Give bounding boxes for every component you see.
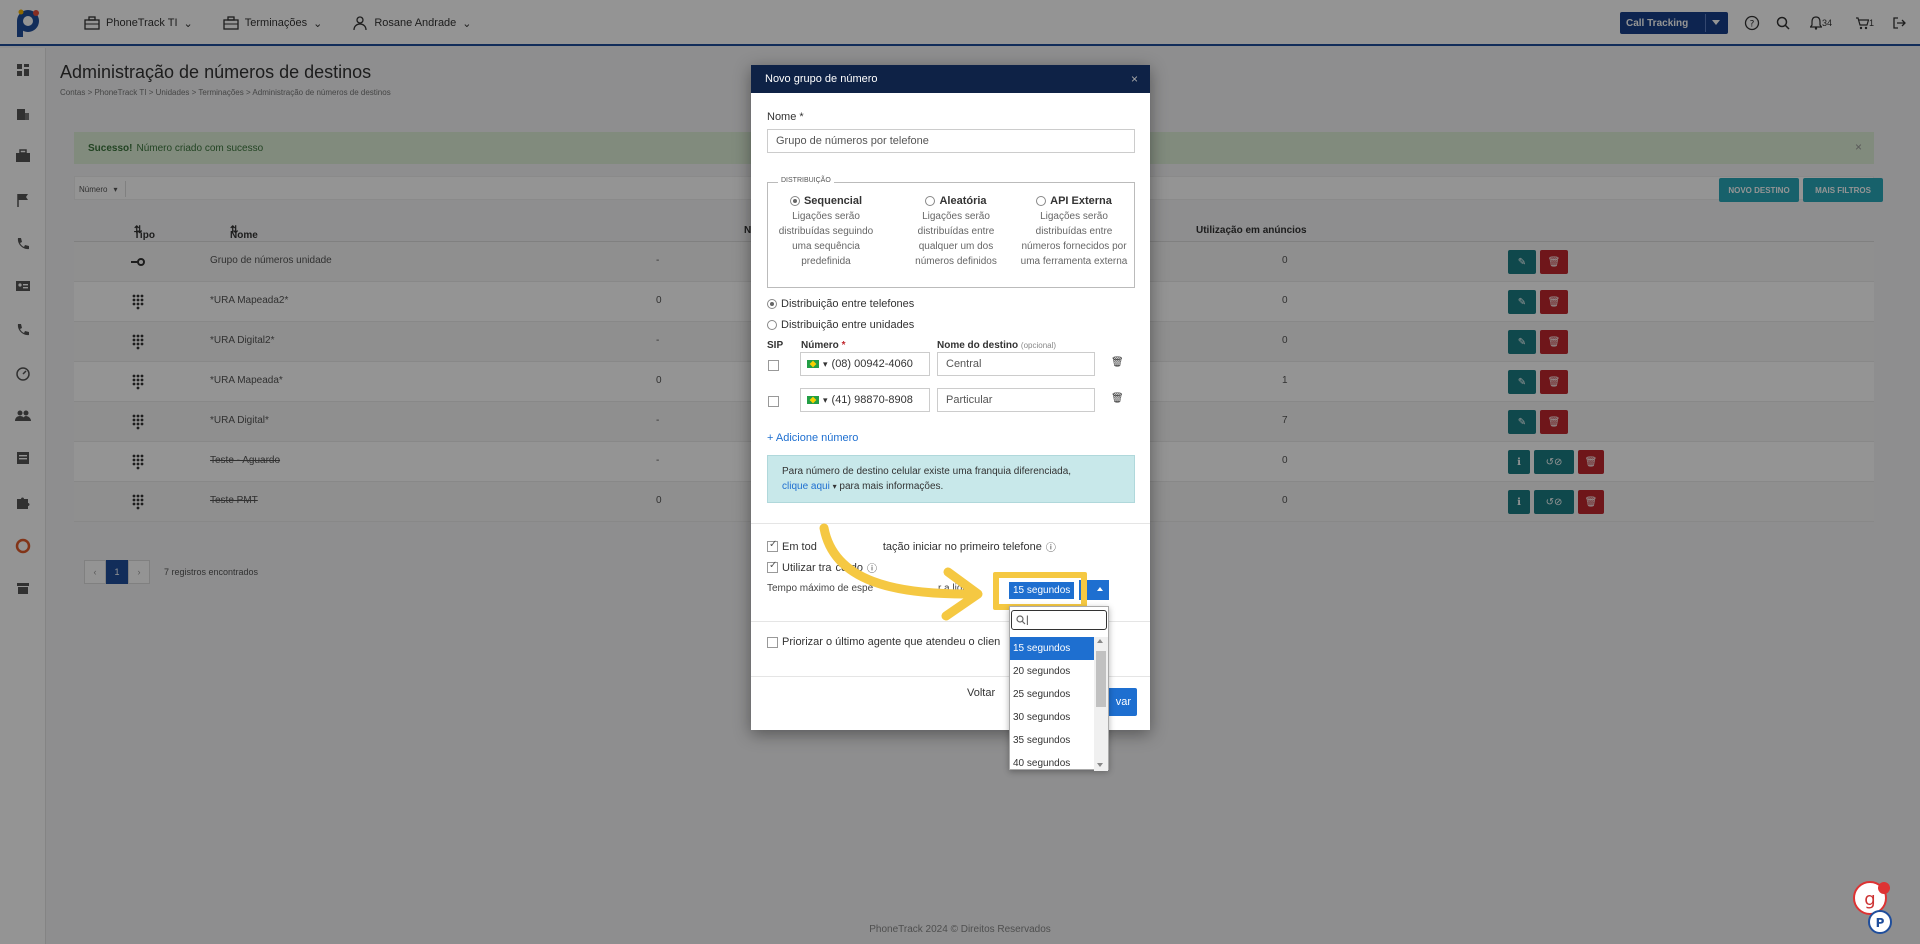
scroll-thumb[interactable] bbox=[1096, 651, 1106, 707]
destination-column-text: Nome do destino bbox=[937, 340, 1019, 351]
first-phone-label-start: Em tod bbox=[782, 540, 817, 553]
phone-input[interactable]: ▾ (08) 00942-4060 bbox=[800, 352, 930, 376]
required-mark: * bbox=[841, 340, 846, 351]
radio-icon bbox=[1036, 196, 1047, 206]
help-widget-icon[interactable]: g P bbox=[1852, 880, 1892, 934]
distribution-fieldset: DISTRIBUIÇÃO Sequencial Ligações serão di… bbox=[767, 177, 1135, 288]
checkbox-icon bbox=[767, 636, 778, 648]
destination-column-label: Nome do destino (opcional) bbox=[937, 340, 1056, 351]
radio-icon bbox=[789, 196, 800, 206]
info-box: Para número de destino celular existe um… bbox=[767, 455, 1135, 503]
timeout-dropdown: | 15 segundos 20 segundos 25 segundos 30 se… bbox=[1009, 606, 1109, 771]
caret-down-icon: ▾ bbox=[832, 482, 837, 491]
distribution-legend: DISTRIBUIÇÃO bbox=[778, 177, 834, 184]
add-number-link[interactable]: + Adicione número bbox=[767, 432, 858, 444]
radio-icon bbox=[767, 320, 777, 330]
radio-phones-label: Distribuição entre telefones bbox=[781, 298, 915, 310]
country-caret-icon: ▾ bbox=[823, 358, 828, 369]
search-caret: | bbox=[1026, 614, 1029, 626]
name-label: Nome * bbox=[767, 111, 804, 123]
help-icon[interactable]: ⓘ bbox=[1046, 539, 1056, 554]
svg-text:P: P bbox=[1876, 916, 1885, 930]
distribution-option-title: API Externa bbox=[1050, 195, 1112, 207]
distribution-option[interactable]: Sequencial Ligações serão distribuídas se… bbox=[772, 195, 880, 269]
phone-value: (08) 00942-4060 bbox=[831, 358, 913, 370]
info-link[interactable]: clique aqui bbox=[782, 481, 830, 492]
radio-distribution-phones[interactable]: Distribuição entre telefones bbox=[767, 298, 914, 310]
dropdown-option[interactable]: 30 segundos bbox=[1010, 706, 1095, 729]
brazil-flag-icon bbox=[807, 396, 819, 404]
info-text-2: para mais informações. bbox=[839, 481, 944, 492]
country-caret-icon: ▾ bbox=[823, 394, 828, 405]
priority-checkbox[interactable]: Priorizar o último agente que atendeu o … bbox=[767, 636, 1000, 648]
trash-icon[interactable]: 🗑 bbox=[1111, 357, 1124, 369]
checkbox-icon bbox=[767, 560, 778, 573]
checkbox-icon bbox=[767, 539, 778, 552]
sip-checkbox[interactable] bbox=[768, 360, 779, 371]
priority-label: Priorizar o último agente que atendeu o … bbox=[782, 636, 1001, 648]
dropdown-option[interactable]: 35 segundos bbox=[1010, 729, 1095, 752]
distribution-option-desc: Ligações serão distribuídas entre número… bbox=[1020, 211, 1128, 267]
radio-units-label: Distribuição entre unidades bbox=[781, 319, 915, 331]
back-button[interactable]: Voltar bbox=[967, 687, 995, 699]
annotation-arrow bbox=[819, 523, 983, 621]
phone-value: (41) 98870-8908 bbox=[831, 394, 913, 406]
dropdown-options: 15 segundos 20 segundos 25 segundos 30 segu… bbox=[1010, 637, 1095, 775]
svg-text:g: g bbox=[1864, 889, 1875, 910]
dropdown-option[interactable]: 20 segundos bbox=[1010, 660, 1095, 683]
distribution-option[interactable]: API Externa Ligações serão distribuídas e… bbox=[1020, 195, 1128, 269]
distribution-option-desc: Ligações serão distribuídas seguindo uma… bbox=[778, 211, 874, 267]
modal-header: Novo grupo de número × bbox=[751, 65, 1150, 93]
name-input[interactable]: Grupo de números por telefone bbox=[767, 129, 1135, 153]
sip-checkbox[interactable] bbox=[768, 396, 779, 407]
destination-name-input[interactable]: Central bbox=[937, 352, 1095, 376]
distribution-option-title: Aleatória bbox=[939, 195, 987, 207]
number-column-text: Número bbox=[801, 340, 839, 351]
dropdown-option[interactable]: 40 segundos bbox=[1010, 752, 1095, 775]
scroll-up-icon[interactable] bbox=[1097, 639, 1103, 643]
search-icon bbox=[1016, 615, 1026, 625]
dropdown-option[interactable]: 25 segundos bbox=[1010, 683, 1095, 706]
annotation-highlight bbox=[993, 572, 1087, 610]
distribution-option-desc: Ligações serão distribuídas entre qualqu… bbox=[915, 211, 997, 267]
close-icon[interactable]: × bbox=[1131, 72, 1138, 86]
number-column-label: Número * bbox=[801, 340, 845, 351]
distribution-option[interactable]: Aleatória Ligações serão distribuídas ent… bbox=[902, 195, 1010, 269]
optional-mark: (opcional) bbox=[1020, 341, 1057, 350]
scroll-down-icon[interactable] bbox=[1097, 763, 1103, 767]
radio-icon bbox=[767, 299, 777, 309]
destination-name-input[interactable]: Particular bbox=[937, 388, 1095, 412]
modal-title: Novo grupo de número bbox=[765, 73, 878, 85]
dropdown-scrollbar[interactable] bbox=[1094, 637, 1108, 771]
sip-column-label: SIP bbox=[767, 340, 784, 351]
brazil-flag-icon bbox=[807, 360, 819, 368]
radio-distribution-units[interactable]: Distribuição entre unidades bbox=[767, 319, 914, 331]
distribution-option-title: Sequencial bbox=[803, 195, 863, 207]
radio-icon bbox=[925, 196, 936, 206]
trash-icon[interactable]: 🗑 bbox=[1111, 393, 1124, 405]
info-text: Para número de destino celular existe um… bbox=[782, 466, 1072, 477]
caret-up-icon bbox=[1097, 587, 1103, 591]
phone-input[interactable]: ▾ (41) 98870-8908 bbox=[800, 388, 930, 412]
dropdown-search-input[interactable]: | bbox=[1011, 610, 1107, 630]
dropdown-option[interactable]: 15 segundos bbox=[1010, 637, 1095, 660]
